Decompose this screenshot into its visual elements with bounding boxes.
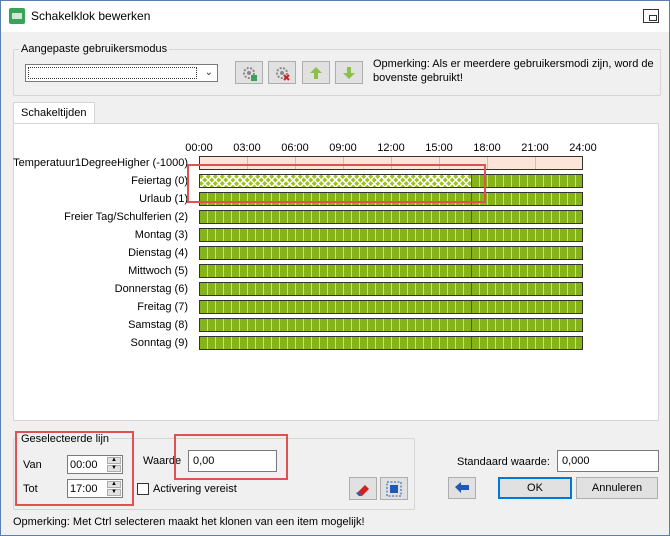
time-marker-line: [470, 337, 472, 349]
move-mode-up-button[interactable]: [302, 61, 330, 84]
schedule-bar[interactable]: [199, 210, 583, 224]
time-marker-line: [470, 319, 472, 331]
hour-label: 15:00: [425, 142, 453, 154]
hour-label: 21:00: [521, 142, 549, 154]
add-gear-icon: [243, 66, 257, 81]
hour-label: 00:00: [185, 142, 213, 154]
row-label: Samstag (8): [128, 319, 188, 331]
hour-label: 12:00: [377, 142, 405, 154]
remove-gear-icon: [276, 66, 290, 81]
cancel-button[interactable]: Annuleren: [576, 477, 658, 499]
time-marker-line: [470, 247, 472, 259]
row-label: Urlaub (1): [139, 193, 188, 205]
activation-label: Activering vereist: [153, 483, 237, 495]
selection-highlight: [187, 164, 486, 203]
schedule-bar[interactable]: [199, 318, 583, 332]
schedule-bar[interactable]: [199, 336, 583, 350]
time-marker-line: [470, 229, 472, 241]
erase-button[interactable]: [349, 477, 377, 500]
user-mode-note: Opmerking: Als er meerdere gebruikersmod…: [373, 58, 654, 84]
activation-checkbox[interactable]: [137, 483, 149, 495]
default-value-input[interactable]: 0,000: [557, 450, 659, 472]
tab-schakeltijden[interactable]: Schakeltijden: [13, 102, 95, 124]
schedule-bar[interactable]: [199, 246, 583, 260]
hour-label: 18:00: [473, 142, 501, 154]
time-marker-line: [470, 265, 472, 277]
time-marker-line: [470, 211, 472, 223]
hour-label: 24:00: [569, 142, 597, 154]
status-note: Opmerking: Met Ctrl selecteren maakt het…: [13, 516, 365, 528]
row-label: Freier Tag/Schulferien (2): [64, 211, 188, 223]
remove-mode-button[interactable]: [268, 61, 296, 84]
undo-arrow-icon: [455, 482, 469, 493]
ok-button[interactable]: OK: [498, 477, 572, 499]
hour-label: 09:00: [329, 142, 357, 154]
row-label: Feiertag (0): [131, 175, 188, 187]
row-label: Donnerstag (6): [114, 283, 188, 295]
time-highlight: [15, 431, 134, 506]
schedule-bar[interactable]: [199, 300, 583, 314]
row-label: Freitag (7): [137, 301, 188, 313]
hour-label: 03:00: [233, 142, 261, 154]
add-mode-button[interactable]: [235, 61, 263, 84]
chevron-down-icon: ⌄: [204, 67, 213, 78]
default-value-label: Standaard waarde:: [457, 456, 550, 468]
arrow-up-icon: [310, 66, 322, 79]
user-mode-select-value: [28, 67, 197, 79]
user-mode-select[interactable]: ⌄: [25, 64, 218, 82]
schakelklok-dialog: Schakelklok bewerken Aangepaste gebruike…: [0, 0, 670, 536]
row-label: Montag (3): [134, 229, 188, 241]
title-bar: Schakelklok bewerken: [1, 1, 669, 32]
schedule-bar[interactable]: [199, 282, 583, 296]
time-marker-line: [470, 301, 472, 313]
row-label: Sonntag (9): [130, 337, 188, 349]
schedule-bar[interactable]: [199, 264, 583, 278]
hour-label: 06:00: [281, 142, 309, 154]
window-title: Schakelklok bewerken: [31, 9, 151, 23]
row-label: Dienstag (4): [128, 247, 188, 259]
row-label: Mittwoch (5): [128, 265, 188, 277]
value-highlight: [174, 434, 288, 480]
back-button[interactable]: [448, 477, 476, 499]
select-area-button[interactable]: [380, 477, 408, 500]
schedule-bar[interactable]: [199, 228, 583, 242]
arrow-down-icon: [343, 66, 355, 79]
app-icon: [9, 8, 25, 24]
select-area-icon: [386, 481, 402, 496]
user-mode-group-label: Aangepaste gebruikersmodus: [19, 43, 170, 55]
move-mode-down-button[interactable]: [335, 61, 363, 84]
row-label: Temperatuur1DegreeHigher (-1000): [13, 157, 188, 169]
time-marker-line: [470, 283, 472, 295]
restore-window-icon[interactable]: [643, 9, 659, 23]
eraser-icon: [356, 484, 369, 496]
